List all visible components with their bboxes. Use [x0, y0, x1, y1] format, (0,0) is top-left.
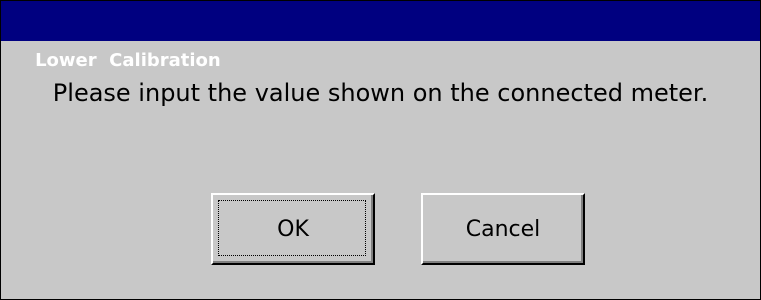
lower-calibration-dialog: Lower Calibration Please input the value…: [0, 0, 761, 300]
dialog-message: Please input the value shown on the conn…: [52, 79, 709, 107]
dialog-title: Lower Calibration: [35, 50, 221, 71]
ok-button[interactable]: OK: [211, 193, 375, 265]
ok-button-label: OK: [277, 216, 309, 242]
cancel-button-label: Cancel: [465, 216, 541, 242]
cancel-button[interactable]: Cancel: [421, 193, 585, 265]
dialog-title-bar[interactable]: Lower Calibration: [1, 1, 760, 71]
